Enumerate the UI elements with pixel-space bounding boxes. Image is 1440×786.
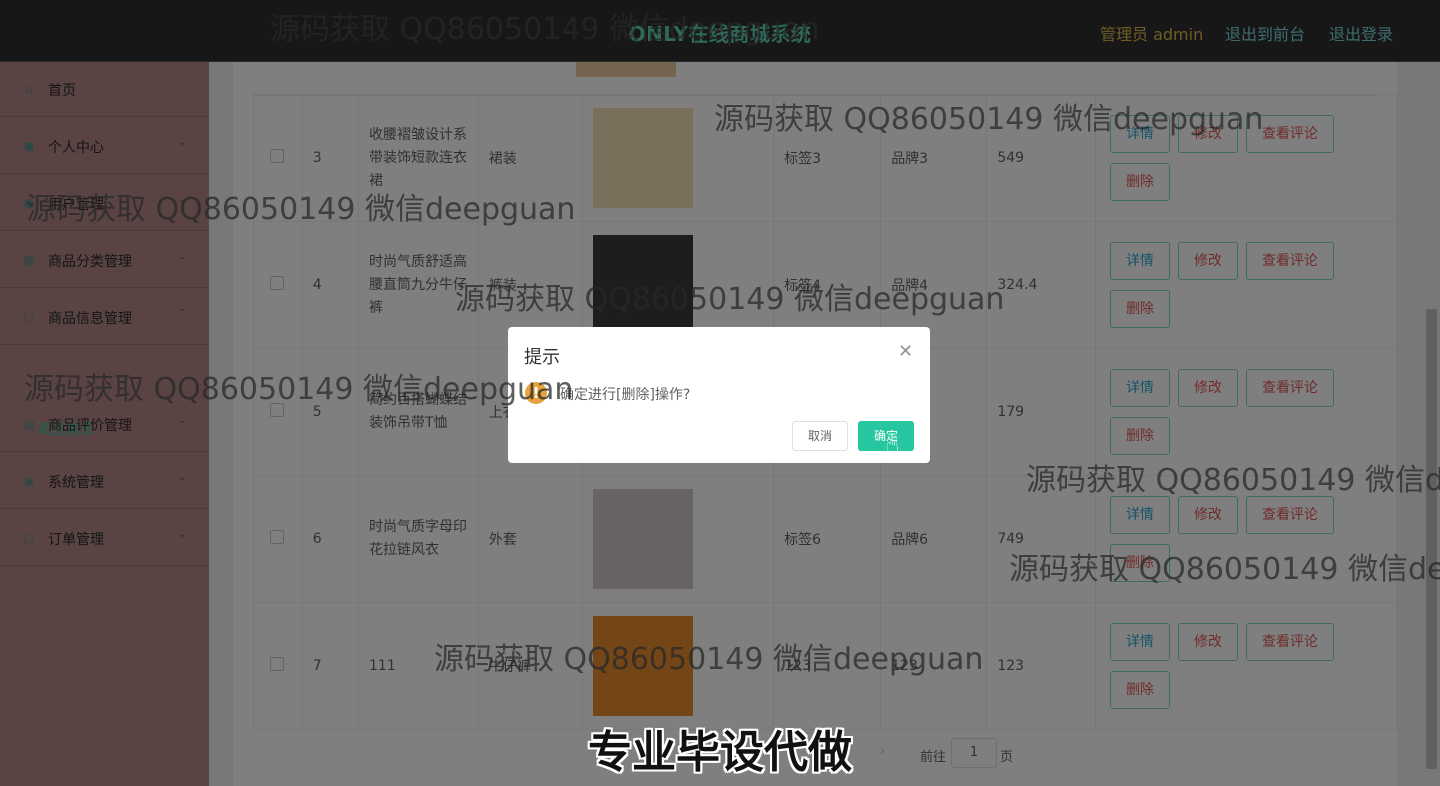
hand-cursor-icon: ☝ <box>886 433 900 458</box>
confirm-dialog: 提示 ✕ ! 确定进行[删除]操作? 取消 确定 <box>508 327 930 463</box>
close-icon[interactable]: ✕ <box>898 341 913 362</box>
slogan-text: 专业毕设代做 <box>588 727 852 778</box>
dialog-message: 确定进行[删除]操作? <box>560 387 691 403</box>
cancel-button[interactable]: 取消 <box>792 421 848 451</box>
warning-icon: ! <box>525 382 547 404</box>
dialog-title: 提示 <box>524 347 560 368</box>
